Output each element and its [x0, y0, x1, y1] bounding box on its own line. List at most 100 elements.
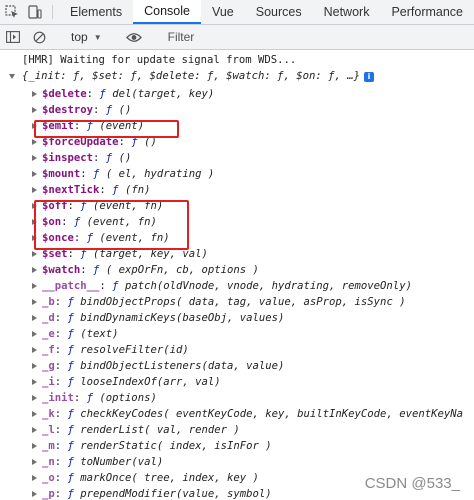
function-signature: toNumber(val) — [80, 456, 164, 468]
property-key: $nextTick — [42, 184, 100, 196]
expand-triangle-icon[interactable] — [32, 379, 37, 385]
function-signature: renderStatic( index, isInFor ) — [80, 440, 272, 452]
property-key: _d — [42, 312, 55, 324]
expand-triangle-icon[interactable] — [32, 91, 37, 97]
property-key: $delete — [42, 88, 87, 100]
property-row[interactable]: $watch: ƒ ( expOrFn, cb, options ) — [32, 262, 259, 278]
property-key: _o — [42, 472, 55, 484]
expand-triangle-icon[interactable] — [32, 347, 37, 353]
expand-triangle-icon[interactable] — [32, 139, 37, 145]
log-message: [HMR] Waiting for update signal from WDS… — [22, 54, 297, 66]
function-signature: bindObjectProps( data, tag, value, asPro… — [80, 296, 406, 308]
info-icon[interactable]: i — [364, 72, 375, 82]
expand-triangle-icon[interactable] — [32, 363, 37, 369]
property-row[interactable]: _l: ƒ renderList( val, render ) — [32, 422, 240, 438]
expand-triangle-icon[interactable] — [32, 331, 37, 337]
device-toolbar-icon[interactable] — [23, 0, 46, 24]
expand-triangle-icon[interactable] — [32, 315, 37, 321]
function-signature: resolveFilter(id) — [80, 344, 189, 356]
property-row[interactable]: $destroy: ƒ () — [32, 102, 131, 118]
property-key: _n — [42, 456, 55, 468]
expand-triangle-icon[interactable] — [32, 411, 37, 417]
property-row[interactable]: $delete: ƒ del(target, key) — [32, 86, 214, 102]
property-row[interactable]: _p: ƒ prependModifier(value, symbol) — [32, 486, 272, 500]
property-key: _f — [42, 344, 55, 356]
property-row[interactable]: _o: ƒ markOnce( tree, index, key ) — [32, 470, 259, 486]
function-signature: looseIndexOf(arr, val) — [80, 376, 221, 388]
context-label: top — [71, 30, 88, 44]
function-signature: prependModifier(value, symbol) — [80, 488, 272, 500]
tab-console[interactable]: Console — [133, 0, 201, 24]
chevron-down-icon: ▼ — [93, 32, 102, 42]
object-summary: {_init: ƒ, $set: ƒ, $delete: ƒ, $watch: … — [22, 70, 361, 82]
clear-console-icon[interactable] — [26, 31, 52, 44]
tab-network[interactable]: Network — [313, 0, 381, 24]
property-row[interactable]: __patch__: ƒ patch(oldVnode, vnode, hydr… — [32, 278, 412, 294]
property-row[interactable]: _e: ƒ (text) — [32, 326, 119, 342]
property-key: $destroy — [42, 104, 94, 116]
eye-icon[interactable] — [121, 32, 147, 43]
expand-triangle-icon[interactable] — [32, 171, 37, 177]
property-row[interactable]: $inspect: ƒ () — [32, 150, 131, 166]
property-key: $inspect — [42, 152, 94, 164]
toolbar-divider — [52, 5, 53, 19]
expand-triangle-icon[interactable] — [32, 443, 37, 449]
filter-input[interactable]: Filter — [160, 30, 195, 44]
property-key: $mount — [42, 168, 81, 180]
object-summary-row[interactable]: {_init: ƒ, $set: ƒ, $delete: ƒ, $watch: … — [9, 68, 375, 84]
tab-performance[interactable]: Performance — [380, 0, 474, 24]
tab-vue[interactable]: Vue — [201, 0, 245, 24]
expand-triangle-icon[interactable] — [32, 283, 37, 289]
expand-triangle-icon[interactable] — [32, 267, 37, 273]
expand-triangle-icon[interactable] — [32, 459, 37, 465]
property-key: _b — [42, 296, 55, 308]
highlight-box-emit — [34, 120, 179, 138]
property-row[interactable]: _f: ƒ resolveFilter(id) — [32, 342, 189, 358]
expand-triangle-icon[interactable] — [32, 155, 37, 161]
tab-sources[interactable]: Sources — [245, 0, 313, 24]
property-key: $watch — [42, 264, 81, 276]
devtools-tab-bar: Elements Console Vue Sources Network Per… — [0, 0, 474, 25]
property-row[interactable]: _m: ƒ renderStatic( index, isInFor ) — [32, 438, 272, 454]
expand-triangle-icon[interactable] — [32, 251, 37, 257]
property-key: _e — [42, 328, 55, 340]
expand-triangle-icon[interactable] — [32, 299, 37, 305]
expand-triangle-icon[interactable] — [9, 74, 15, 79]
property-row[interactable]: _k: ƒ checkKeyCodes( eventKeyCode, key, … — [32, 406, 463, 422]
property-key: _k — [42, 408, 55, 420]
property-row[interactable]: $nextTick: ƒ (fn) — [32, 182, 151, 198]
expand-triangle-icon[interactable] — [32, 187, 37, 193]
function-signature: (text) — [80, 328, 119, 340]
property-key: _init — [42, 392, 74, 404]
expand-triangle-icon[interactable] — [32, 475, 37, 481]
property-key: _g — [42, 360, 55, 372]
function-signature: renderList( val, render ) — [80, 424, 240, 436]
expand-triangle-icon[interactable] — [32, 491, 37, 497]
function-signature: (fn) — [124, 184, 151, 196]
highlight-box-off-on-once — [34, 200, 189, 250]
property-key: __patch__ — [42, 280, 100, 292]
function-signature: (options) — [99, 392, 157, 404]
function-signature: bindDynamicKeys(baseObj, values) — [80, 312, 285, 324]
context-selector[interactable]: top ▼ — [65, 30, 108, 44]
sidebar-toggle-icon[interactable] — [0, 31, 26, 43]
expand-triangle-icon[interactable] — [32, 427, 37, 433]
property-key: _m — [42, 440, 55, 452]
property-row[interactable]: _b: ƒ bindObjectProps( data, tag, value,… — [32, 294, 406, 310]
property-row[interactable]: _init: ƒ (options) — [32, 390, 157, 406]
property-row[interactable]: $mount: ƒ ( el, hydrating ) — [32, 166, 214, 182]
property-key: _l — [42, 424, 55, 436]
function-signature: markOnce( tree, index, key ) — [80, 472, 259, 484]
function-signature: ( expOrFn, cb, options ) — [105, 264, 259, 276]
property-row[interactable]: _i: ƒ looseIndexOf(arr, val) — [32, 374, 221, 390]
console-toolbar: top ▼ Filter — [0, 25, 474, 50]
expand-triangle-icon[interactable] — [32, 107, 37, 113]
property-row[interactable]: _g: ƒ bindObjectListeners(data, value) — [32, 358, 284, 374]
function-signature: patch(oldVnode, vnode, hydrating, remove… — [124, 280, 412, 292]
function-signature: checkKeyCodes( eventKeyCode, key, builtI… — [80, 408, 463, 420]
inspect-element-icon[interactable] — [0, 0, 23, 24]
property-row[interactable]: _n: ƒ toNumber(val) — [32, 454, 164, 470]
property-row[interactable]: _d: ƒ bindDynamicKeys(baseObj, values) — [32, 310, 285, 326]
tab-elements[interactable]: Elements — [59, 0, 133, 24]
expand-triangle-icon[interactable] — [32, 395, 37, 401]
